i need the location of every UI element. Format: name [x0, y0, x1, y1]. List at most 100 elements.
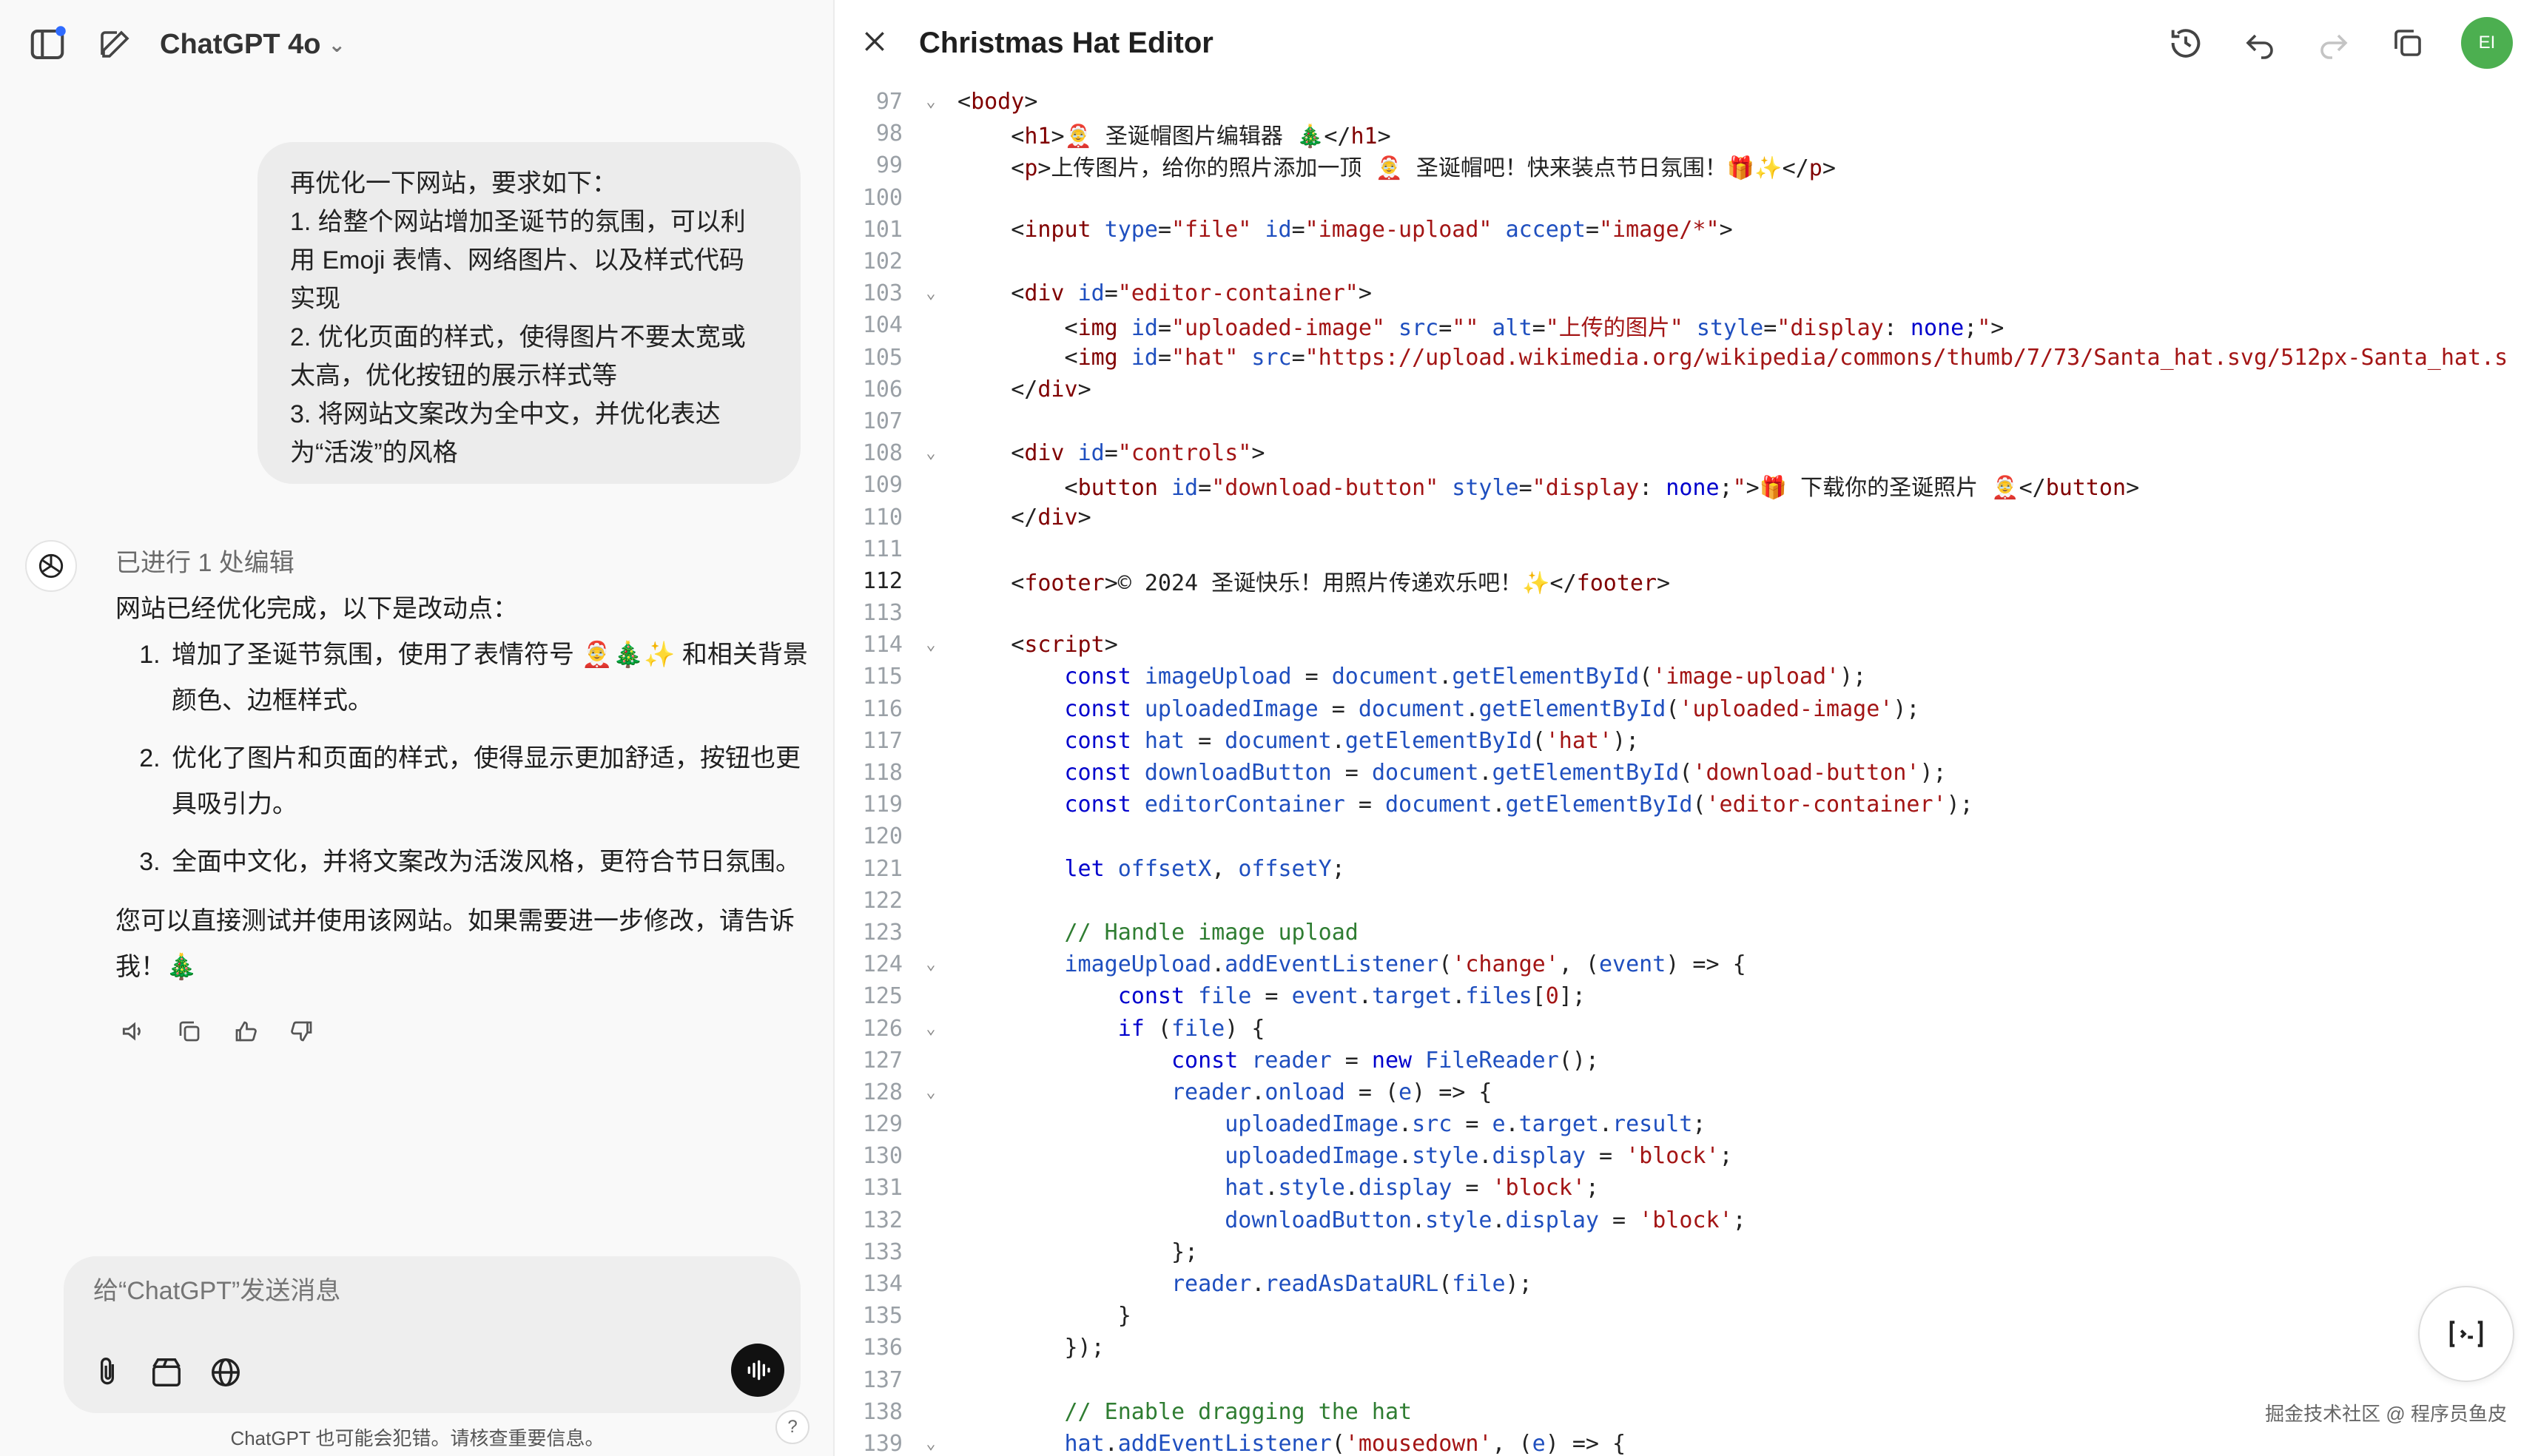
line-number: 115	[862, 664, 903, 690]
assistant-message: 已进行 1 处编辑 网站已经优化完成，以下是改动点： 增加了圣诞节氛围，使用了表…	[25, 540, 809, 1049]
line-number: 132	[862, 1207, 903, 1233]
line-number: 130	[862, 1143, 903, 1170]
user-message-bubble: 再优化一下网站，要求如下： 1. 给整个网站增加圣诞节的氛围，可以利用 Emoj…	[257, 142, 801, 484]
fold-chevron-icon[interactable]: ⌄	[916, 636, 946, 654]
code-line: 130 uploadedImage.style.display = 'block…	[835, 1140, 2538, 1172]
code-text: <img id="hat" src="https://upload.wikime…	[957, 344, 2508, 371]
code-text: }	[957, 1303, 1131, 1329]
code-line: 132 downloadButton.style.display = 'bloc…	[835, 1204, 2538, 1236]
fold-chevron-icon[interactable]: ⌄	[916, 284, 946, 303]
voice-icon	[747, 1360, 770, 1381]
fold-chevron-icon[interactable]: ⌄	[916, 1435, 946, 1453]
code-line: 114 ⌄ <script>	[835, 629, 2538, 661]
line-number: 128	[862, 1079, 903, 1105]
code-line: 104 <img id="uploaded-image" src="" alt=…	[835, 309, 2538, 341]
help-button[interactable]: ?	[775, 1410, 809, 1444]
undo-button[interactable]	[2239, 22, 2281, 64]
code-text: reader.onload = (e) => {	[1171, 1079, 1492, 1105]
code-line: 123 // Handle image upload	[835, 917, 2538, 948]
copy-icon	[2394, 30, 2421, 56]
line-number: 120	[862, 823, 903, 850]
code-expand-button[interactable]	[2418, 1286, 2514, 1382]
code-text: const reader = new FileReader();	[1171, 1047, 1599, 1074]
line-number: 105	[862, 344, 903, 371]
fold-chevron-icon[interactable]: ⌄	[916, 955, 946, 974]
thumbs-up-icon	[235, 1021, 257, 1042]
code-line: 125 const file = event.target.files[0];	[835, 980, 2538, 1012]
code-text: const editorContainer = document.getElem…	[1064, 792, 1973, 818]
change-list: 增加了圣诞节氛围，使用了表情符号 🤶🎄✨ 和相关背景颜色、边框样式。 优化了图片…	[167, 632, 809, 885]
voice-mode-button[interactable]	[731, 1344, 784, 1397]
attach-button[interactable]	[86, 1351, 129, 1394]
code-line: 102	[835, 246, 2538, 277]
message-input[interactable]	[93, 1277, 771, 1306]
code-line: 124 ⌄ imageUpload.addEventListener('chang…	[835, 948, 2538, 980]
history-button[interactable]	[2165, 22, 2207, 64]
assistant-avatar	[25, 540, 77, 592]
line-number: 136	[862, 1335, 903, 1361]
code-line: 115 const imageUpload = document.getElem…	[835, 661, 2538, 692]
code-line: 116 const uploadedImage = document.getEl…	[835, 693, 2538, 725]
code-line: 137	[835, 1364, 2538, 1396]
web-search-button[interactable]	[204, 1351, 247, 1394]
line-number: 110	[862, 504, 903, 530]
sidebar-toggle-button[interactable]	[24, 21, 71, 68]
code-text: <div id="controls">	[957, 440, 1265, 467]
fold-chevron-icon[interactable]: ⌄	[916, 444, 946, 462]
code-line: 131 hat.style.display = 'block';	[835, 1172, 2538, 1204]
code-text: <script>	[957, 632, 1118, 658]
line-number: 121	[862, 855, 903, 882]
code-text: // Enable dragging the hat	[1064, 1398, 1413, 1425]
model-selector[interactable]: ChatGPT 4o ⌄	[160, 29, 346, 61]
panel-title: Christmas Hat Editor	[919, 26, 1214, 59]
edit-note[interactable]: 已进行 1 处编辑	[115, 540, 809, 586]
code-line: 108 ⌄ <div id="controls">	[835, 437, 2538, 469]
close-button[interactable]	[860, 27, 889, 60]
code-line: 109 <button id="download-button" style="…	[835, 469, 2538, 501]
line-number: 124	[862, 951, 903, 978]
thumbs-down-button[interactable]	[284, 1014, 320, 1049]
read-aloud-button[interactable]	[115, 1014, 151, 1049]
code-line: 139 ⌄ hat.addEventListener('mousedown', (…	[835, 1428, 2538, 1456]
line-number: 125	[862, 983, 903, 1010]
line-number: 133	[862, 1238, 903, 1265]
list-item: 全面中文化，并将文案改为活泼风格，更符合节日氛围。	[167, 839, 809, 885]
thumbs-up-button[interactable]	[228, 1014, 263, 1049]
line-number: 102	[862, 249, 903, 275]
tools-icon	[152, 1358, 181, 1386]
redo-button[interactable]	[2313, 22, 2354, 64]
code-text: const hat = document.getElementById('hat…	[1064, 727, 1640, 754]
code-text: <body>	[957, 89, 1038, 115]
code-line: 110 </div>	[835, 501, 2538, 533]
user-avatar[interactable]: EI	[2461, 17, 2513, 69]
copy-icon	[179, 1021, 200, 1042]
code-editor[interactable]: 97 ⌄ <body> 98 <h1>🤶 圣诞帽图片编辑器 🎄</h1> 99 <p>上…	[835, 86, 2538, 1456]
disclaimer-text: ChatGPT 也可能会犯错。请核查重要信息。	[230, 1427, 605, 1449]
code-line: 119 const editorContainer = document.get…	[835, 789, 2538, 820]
code-text: <div id="editor-container">	[957, 280, 1372, 307]
code-text: reader.readAsDataURL(file);	[1171, 1271, 1532, 1298]
code-line: 135 }	[835, 1300, 2538, 1332]
copy-button[interactable]	[172, 1014, 207, 1049]
new-chat-button[interactable]	[92, 21, 139, 68]
code-line: 118 const downloadButton = document.getE…	[835, 757, 2538, 789]
copy-code-button[interactable]	[2387, 22, 2428, 64]
line-number: 123	[862, 919, 903, 946]
new-chat-icon	[101, 30, 129, 58]
fold-chevron-icon[interactable]: ⌄	[916, 1083, 946, 1102]
user-line: 3. 将网站文案改为全中文，并优化表达为“活泼”的风格	[290, 400, 721, 467]
line-number: 112	[862, 567, 903, 594]
redo-icon	[2320, 34, 2348, 59]
code-text: // Handle image upload	[1064, 919, 1359, 946]
line-number: 139	[862, 1430, 903, 1456]
line-number: 103	[862, 280, 903, 307]
fold-chevron-icon[interactable]: ⌄	[916, 92, 946, 111]
line-number: 134	[862, 1271, 903, 1298]
fold-chevron-icon[interactable]: ⌄	[916, 1019, 946, 1038]
line-number: 137	[862, 1366, 903, 1393]
line-number: 101	[862, 216, 903, 243]
tools-button[interactable]	[145, 1351, 188, 1394]
message-composer	[64, 1256, 801, 1413]
chat-topbar: ChatGPT 4o ⌄	[0, 0, 833, 89]
code-text: uploadedImage.src = e.target.result;	[1225, 1111, 1706, 1138]
